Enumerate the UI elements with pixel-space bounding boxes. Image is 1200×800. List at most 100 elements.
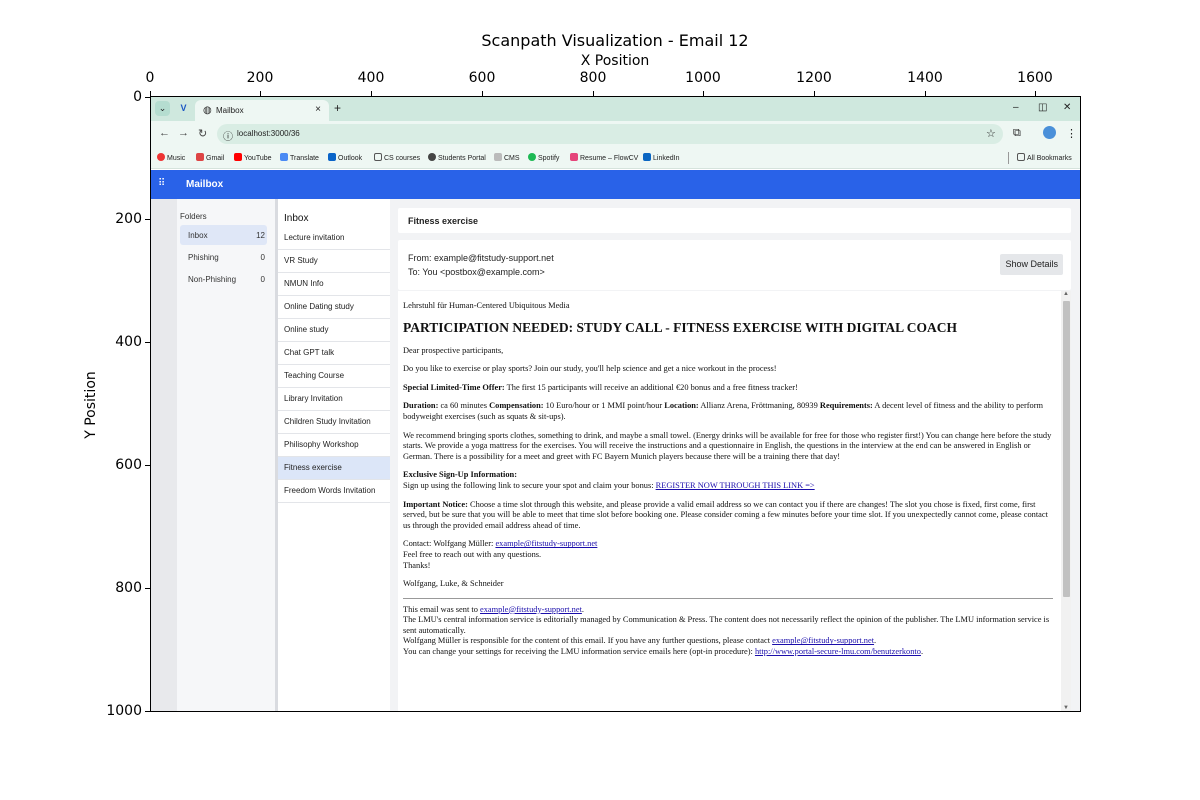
x-tick-label: 600 (468, 70, 496, 86)
menu-kebab-icon[interactable]: ⋮ (1066, 127, 1077, 140)
email-list-item[interactable]: Library Invitation (278, 388, 390, 411)
bookmark-resume[interactable]: Resume – FlowCV (570, 153, 638, 162)
y-tick-label: 0 (133, 89, 142, 105)
browser-screenshot: ⌄ V ◍ Mailbox × + – ◫ ✕ ← → ↻ ⓘ localhos… (151, 97, 1080, 711)
x-tick-label: 1400 (907, 70, 943, 86)
folder-phishing[interactable]: Phishing 0 (180, 247, 267, 267)
scroll-up-icon[interactable]: ▲ (1063, 291, 1069, 297)
email-list-item[interactable]: Freedom Words Invitation (278, 480, 390, 503)
x-tick-label: 1600 (1017, 70, 1053, 86)
bookmark-translate[interactable]: Translate (280, 153, 319, 162)
email-item-title: Chat GPT talk (284, 348, 335, 357)
app-header: ⠿ Mailbox (151, 170, 1080, 199)
email-list-item[interactable]: Lecture invitation (278, 227, 390, 250)
bookmark-label: Spotify (538, 155, 560, 162)
bookmark-spotify[interactable]: Spotify (528, 153, 559, 162)
minimize-icon[interactable]: – (1013, 102, 1019, 113)
address-bar[interactable]: ⓘ localhost:3000/36 (217, 124, 1003, 144)
signoff: Wolfgang, Luke, & Schneider (403, 579, 504, 589)
tab-mailbox[interactable]: ◍ Mailbox × (195, 100, 329, 121)
linkedin-icon (643, 153, 651, 161)
requirements-label: Requirements: (819, 401, 873, 411)
all-bookmarks[interactable]: All Bookmarks (1017, 153, 1072, 162)
offer-paragraph: Special Limited-Time Offer: The first 15… (403, 383, 1053, 394)
email-list-item[interactable]: Chat GPT talk (278, 342, 390, 365)
footer-text: . (874, 636, 877, 646)
profile-avatar-icon[interactable] (1043, 126, 1056, 139)
footer-text: Wolfgang Müller is responsible for the c… (403, 636, 773, 646)
reload-icon[interactable]: ↻ (198, 127, 207, 140)
scroll-down-icon[interactable]: ▼ (1063, 705, 1069, 711)
email-item-title: Library Invitation (284, 394, 343, 403)
close-tab-icon[interactable]: × (315, 104, 321, 115)
bookmark-label: Music (167, 155, 186, 162)
bookmark-linkedin[interactable]: LinkedIn (643, 153, 679, 162)
email-list-item[interactable]: VR Study (278, 250, 390, 273)
email-list-item[interactable]: Teaching Course (278, 365, 390, 388)
forward-icon[interactable]: → (178, 127, 189, 139)
footer-settings-link[interactable]: http://www.portal-secure-lmu.com/benutze… (755, 647, 921, 656)
back-icon[interactable]: ← (159, 127, 170, 139)
apps-grid-icon[interactable]: ⠿ (158, 178, 170, 190)
email-list-item[interactable]: Online study (278, 319, 390, 342)
x-tick-label: 1200 (796, 70, 832, 86)
notice-label: Important Notice: (403, 499, 468, 509)
footer-email-link[interactable]: example@fitstudy-support.net (772, 636, 874, 645)
scrollbar-thumb[interactable] (1063, 301, 1070, 597)
email-subject: Fitness exercise (408, 216, 479, 226)
contact-email-link[interactable]: example@fitstudy-support.net (495, 539, 597, 548)
gmail-icon (196, 153, 204, 161)
y-tick-label: 600 (115, 457, 142, 473)
folder-label: Phishing (188, 253, 219, 262)
bookmark-label: Gmail (206, 155, 225, 162)
email-footer: This email was sent to example@fitstudy-… (403, 605, 1053, 658)
folder-inbox[interactable]: Inbox 12 (180, 225, 267, 245)
bookmark-star-icon[interactable]: ☆ (986, 127, 996, 140)
show-details-button[interactable]: Show Details (1000, 254, 1063, 275)
tab-strip: ⌄ V ◍ Mailbox × + – ◫ ✕ (151, 97, 1080, 121)
cms-icon (494, 153, 502, 161)
bookmark-music[interactable]: Music (157, 153, 185, 162)
folder-non-phishing[interactable]: Non-Phishing 0 (180, 269, 267, 289)
bookmarks-bar: Music Gmail YouTube Translate Outlook CS… (151, 147, 1080, 169)
email-list-item[interactable]: Children Study Invitation (278, 411, 390, 434)
details-paragraph: Duration: ca 60 minutes Compensation: 10… (403, 401, 1053, 422)
translate-icon (280, 153, 288, 161)
thanks-text: Thanks! (403, 560, 431, 570)
bookmark-label: Students Portal (438, 155, 486, 162)
y-tick-label: 800 (115, 580, 142, 596)
restore-icon[interactable]: ◫ (1038, 102, 1047, 113)
bookmark-youtube[interactable]: YouTube (234, 153, 272, 162)
new-tab-icon[interactable]: + (334, 101, 341, 115)
email-item-title: Fitness exercise (284, 463, 342, 472)
site-info-icon[interactable]: ⓘ (223, 128, 233, 143)
bookmark-gmail[interactable]: Gmail (196, 153, 224, 162)
email-item-title: Online Dating study (284, 302, 354, 311)
close-window-icon[interactable]: ✕ (1063, 102, 1071, 113)
email-list-item-selected[interactable]: Fitness exercise (278, 457, 390, 480)
email-list-item[interactable]: Philisophy Workshop (278, 434, 390, 457)
email-scrollbar[interactable]: ▲ ▼ (1061, 291, 1071, 711)
duration-text: ca 60 minutes (438, 401, 490, 411)
email-list-item[interactable]: NMUN Info (278, 273, 390, 296)
bookmark-cs-courses[interactable]: CS courses (374, 153, 420, 162)
outlook-icon (328, 153, 336, 161)
footer-email-link[interactable]: example@fitstudy-support.net (480, 605, 582, 614)
register-link[interactable]: REGISTER NOW THROUGH THIS LINK => (656, 481, 815, 490)
bookmark-cms[interactable]: CMS (494, 153, 520, 162)
bookmark-outlook[interactable]: Outlook (328, 153, 362, 162)
email-item-title: VR Study (284, 256, 318, 265)
email-list-item[interactable]: Online Dating study (278, 296, 390, 319)
org-line: Lehrstuhl für Human-Centered Ubiquitous … (403, 301, 570, 310)
folder-count: 12 (256, 231, 265, 240)
location-label: Location: (664, 401, 699, 411)
bookmark-students-portal[interactable]: Students Portal (428, 153, 486, 162)
email-from: From: example@fitstudy-support.net (408, 253, 554, 263)
bookmark-label: CS courses (384, 155, 421, 162)
tab-search-icon[interactable]: ⌄ (155, 101, 170, 116)
extensions-icon[interactable]: ⧉ (1013, 127, 1021, 140)
folder-count: 0 (260, 275, 265, 284)
notice-paragraph: Important Notice: Choose a time slot thr… (403, 500, 1053, 532)
notice-text: Choose a time slot through this website,… (403, 499, 1048, 530)
tab-title: Mailbox (216, 106, 244, 115)
